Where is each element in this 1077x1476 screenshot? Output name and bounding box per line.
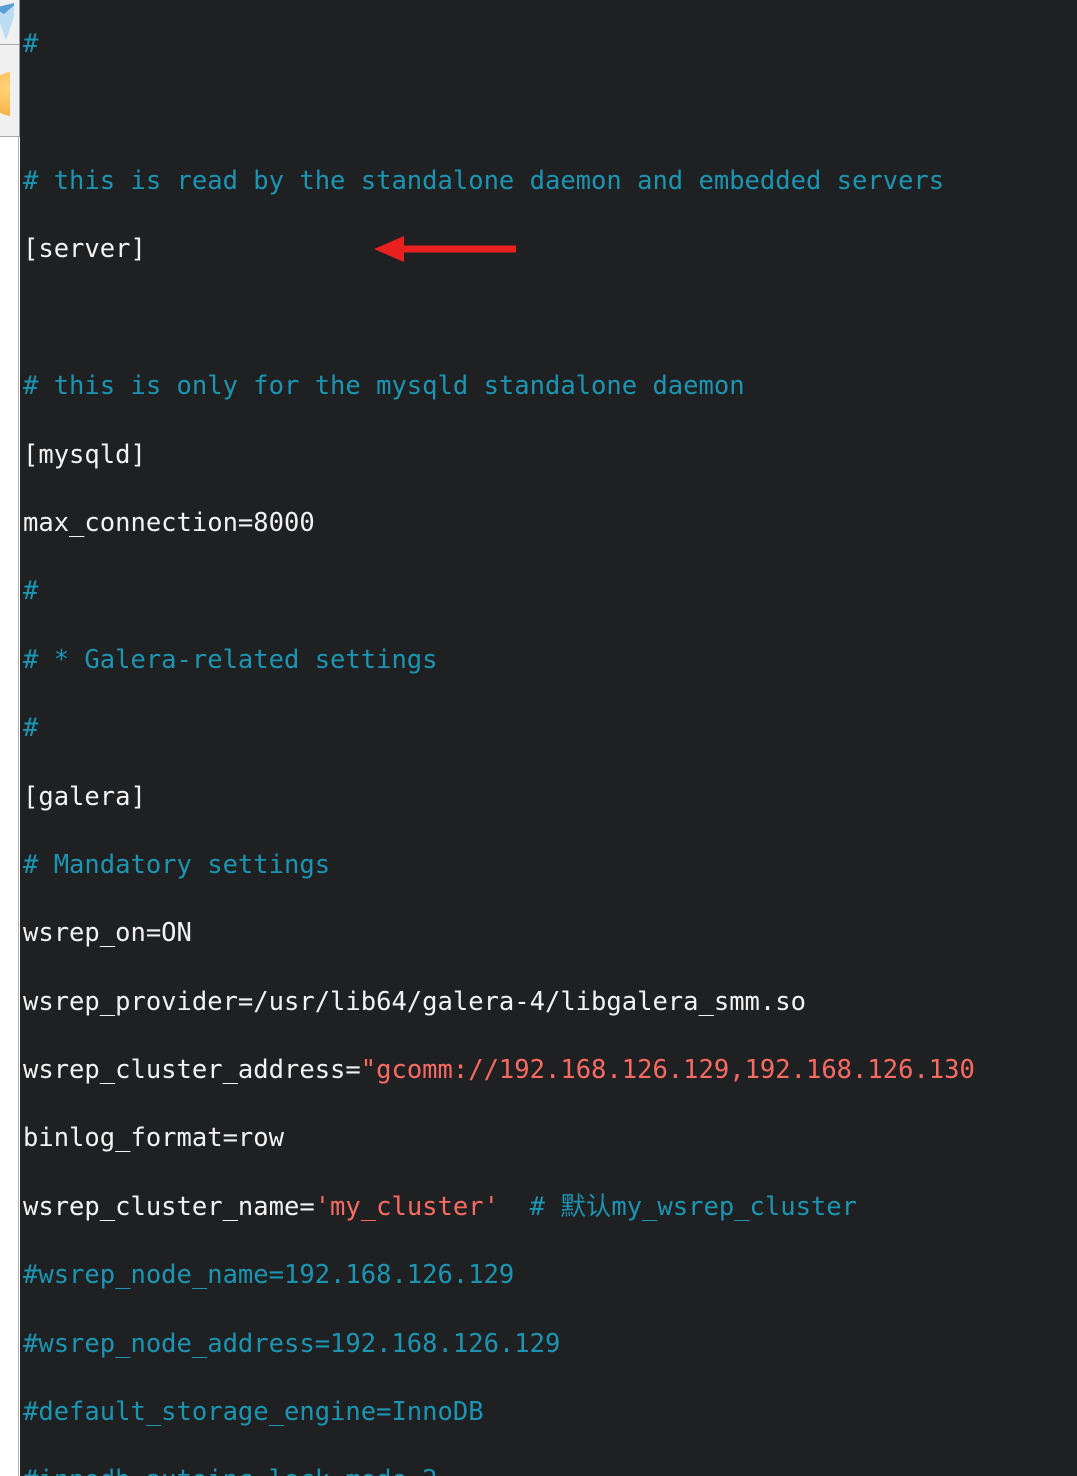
line-10: # * Galera-related settings [23, 643, 975, 677]
line-7: [mysqld] [23, 438, 975, 472]
line-text: # Mandatory settings [23, 849, 331, 880]
line-text: #innodb_autoinc_lock_mode=2 [23, 1465, 438, 1476]
strip-divider [0, 44, 19, 45]
line-text: #wsrep_node_address=192.168.126.129 [23, 1328, 561, 1359]
line-text: # [23, 29, 39, 60]
line-key: wsrep_cluster_name= [23, 1191, 315, 1222]
line-3: # this is read by the standalone daemon … [23, 164, 975, 198]
line-11: # [23, 711, 975, 745]
line-15: wsrep_provider=/usr/lib64/galera-4/libga… [23, 985, 975, 1019]
line-8-max-connection: max_connection=8000 [23, 506, 975, 540]
line-20: #wsrep_node_address=192.168.126.129 [23, 1327, 975, 1361]
line-text: wsrep_on=ON [23, 918, 192, 949]
line-comment: # 默认my_wsrep_cluster [498, 1191, 857, 1222]
line-text: # [23, 576, 39, 607]
left-strip-blank-area [0, 137, 19, 1476]
line-9: # [23, 574, 975, 608]
line-21: #default_storage_engine=InnoDB [23, 1395, 975, 1429]
line-16-cluster-address: wsrep_cluster_address="gcomm://192.168.1… [23, 1053, 975, 1087]
line-5 [23, 301, 975, 335]
send-icon[interactable] [0, 2, 14, 40]
line-18-cluster-name: wsrep_cluster_name='my_cluster' # 默认my_w… [23, 1190, 975, 1224]
line-17: binlog_format=row [23, 1121, 975, 1155]
terminal-window[interactable]: # # this is read by the standalone daemo… [20, 0, 1077, 1476]
line-1: # [23, 27, 975, 61]
line-4: [server] [23, 232, 975, 266]
line-text: binlog_format=row [23, 1123, 284, 1154]
line-text: # this is only for the mysqld standalone… [23, 371, 745, 402]
line-text: wsrep_provider=/usr/lib64/galera-4/libga… [23, 986, 806, 1017]
left-app-strip [0, 0, 20, 137]
line-text: [mysqld] [23, 439, 146, 470]
terminal-text-buffer: # # this is read by the standalone daemo… [23, 0, 975, 1476]
line-2 [23, 96, 975, 130]
screen: # # this is read by the standalone daemo… [0, 0, 1077, 1476]
line-text [23, 303, 38, 333]
line-12: [galera] [23, 780, 975, 814]
line-value: 'my_cluster' [314, 1191, 499, 1222]
line-text: # this is read by the standalone daemon … [23, 165, 945, 196]
line-value: "gcomm://192.168.126.129,192.168.126.130 [360, 1055, 975, 1086]
line-text: #wsrep_node_name=192.168.126.129 [23, 1260, 515, 1291]
line-13: # Mandatory settings [23, 848, 975, 882]
line-key: wsrep_cluster_address= [23, 1055, 361, 1086]
line-text [23, 98, 38, 128]
line-14: wsrep_on=ON [23, 916, 975, 950]
line-6: # this is only for the mysqld standalone… [23, 369, 975, 403]
line-text: [galera] [23, 781, 146, 812]
orange-circle-shape [0, 72, 10, 116]
line-22: #innodb_autoinc_lock_mode=2 [23, 1463, 975, 1476]
line-text: # * Galera-related settings [23, 644, 438, 675]
line-19: #wsrep_node_name=192.168.126.129 [23, 1258, 975, 1292]
line-text: # [23, 713, 39, 744]
orange-circle-icon[interactable] [0, 72, 10, 120]
line-text: [server] [23, 234, 146, 265]
line-text: max_connection=8000 [23, 507, 315, 538]
line-text: #default_storage_engine=InnoDB [23, 1397, 484, 1428]
